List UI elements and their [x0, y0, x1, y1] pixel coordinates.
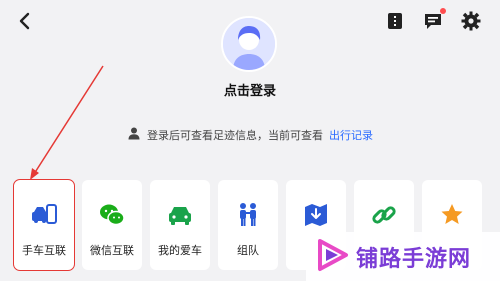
trip-record-link[interactable]: 出行记录	[329, 127, 373, 143]
star-icon	[437, 200, 467, 230]
tile-wechat-connect[interactable]: 微信互联	[82, 180, 142, 270]
tile-team[interactable]: 组队	[218, 180, 278, 270]
login-hint: 登录后可查看足迹信息，当前可查看 出行记录	[0, 126, 500, 143]
book-icon[interactable]	[384, 10, 406, 32]
hint-text: 登录后可查看足迹信息，当前可查看	[147, 128, 323, 142]
chevron-left-icon[interactable]	[14, 10, 36, 32]
user-icon	[127, 126, 141, 143]
tile-label: 手车互联	[22, 244, 66, 257]
car-phone-icon	[29, 200, 59, 230]
watermark: 铺路手游网	[306, 232, 500, 281]
notification-dot	[440, 8, 446, 14]
gear-icon[interactable]	[460, 10, 482, 32]
tile-label: 我的爱车	[158, 244, 202, 257]
link-icon	[369, 200, 399, 230]
tile-label: 组队	[237, 244, 259, 257]
wechat-icon	[97, 200, 127, 230]
play-logo-icon	[314, 237, 350, 277]
tile-label: 微信互联	[90, 244, 134, 257]
tile-car-phone-connect[interactable]: 手车互联	[13, 179, 75, 271]
watermark-text: 铺路手游网	[356, 246, 472, 272]
team-icon	[233, 200, 263, 230]
login-prompt[interactable]: 点击登录	[0, 80, 500, 99]
tile-my-car[interactable]: 我的爱车	[150, 180, 210, 270]
avatar[interactable]	[221, 16, 277, 72]
map-download-icon	[301, 200, 331, 230]
car-icon	[165, 200, 195, 230]
message-icon[interactable]	[422, 8, 446, 32]
